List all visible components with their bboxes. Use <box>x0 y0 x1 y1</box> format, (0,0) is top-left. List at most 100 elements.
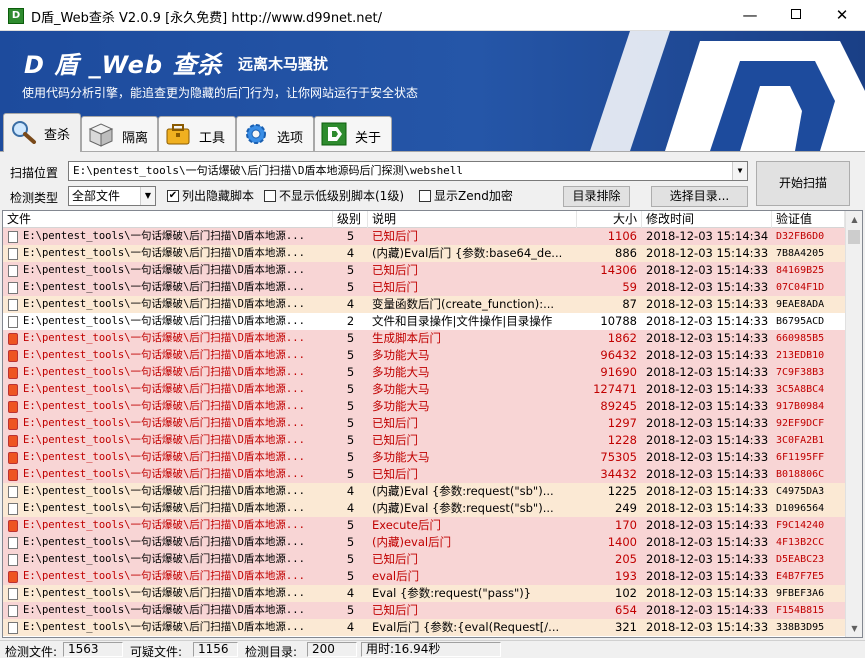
suspicious-count-label: 可疑文件: <box>130 645 183 658</box>
script-danger-icon <box>8 435 18 447</box>
row-size: 34432 <box>600 467 637 481</box>
row-hash: 84169B25 <box>776 265 825 276</box>
row-level: 4 <box>346 484 355 498</box>
row-description: Execute后门 <box>372 518 441 532</box>
table-row[interactable]: E:\pentest_tools\一句话爆破\后门扫描\D盾本地源... 4 (内藏… <box>3 245 845 262</box>
row-hash: 92EF9DCF <box>776 418 825 429</box>
detect-type-value: 全部文件 <box>72 189 121 203</box>
row-hash: 4F13B2CC <box>776 537 825 548</box>
scroll-up-icon[interactable]: ▲ <box>846 211 862 228</box>
row-size: 1225 <box>607 484 637 498</box>
row-modified-time: 2018-12-03 15:14:33 <box>646 297 769 311</box>
scroll-down-icon[interactable]: ▼ <box>846 620 862 637</box>
row-level: 5 <box>346 433 355 447</box>
list-hidden-checkbox[interactable]: ✔ 列出隐藏脚本 <box>167 189 254 203</box>
row-file-path: E:\pentest_tools\一句话爆破\后门扫描\D盾本地源... <box>23 485 305 497</box>
row-size: 75305 <box>600 450 637 464</box>
tab-tools[interactable]: 工具 <box>158 116 236 151</box>
hide-low-level-checkbox[interactable]: 不显示低级别脚本(1级) <box>264 189 404 203</box>
file-icon <box>8 231 18 243</box>
row-modified-time: 2018-12-03 15:14:33 <box>646 552 769 566</box>
table-row[interactable]: E:\pentest_tools\一句话爆破\后门扫描\D盾本地源... 5 (内藏… <box>3 534 845 551</box>
row-file-path: E:\pentest_tools\一句话爆破\后门扫描\D盾本地源... <box>23 315 305 327</box>
row-file-path: E:\pentest_tools\一句话爆破\后门扫描\D盾本地源... <box>23 332 305 344</box>
list-hidden-label: 列出隐藏脚本 <box>182 189 255 203</box>
row-file-path: E:\pentest_tools\一句话爆破\后门扫描\D盾本地源... <box>23 621 305 633</box>
table-row[interactable]: E:\pentest_tools\一句话爆破\后门扫描\D盾本地源... 5 eva… <box>3 568 845 585</box>
table-row[interactable]: E:\pentest_tools\一句话爆破\后门扫描\D盾本地源... 4 Eva… <box>3 619 845 636</box>
table-row[interactable]: E:\pentest_tools\一句话爆破\后门扫描\D盾本地源... 5 多功能… <box>3 398 845 415</box>
table-row[interactable]: E:\pentest_tools\一句话爆破\后门扫描\D盾本地源... 5 多功能… <box>3 347 845 364</box>
minimize-icon: — <box>742 6 758 24</box>
column-file[interactable]: 文件 <box>3 211 333 228</box>
maximize-button[interactable] <box>773 0 819 31</box>
exclude-dir-button[interactable]: 目录排除 <box>563 186 630 207</box>
tab-options[interactable]: 选项 <box>236 116 314 151</box>
list-header: 文件 级别 说明 大小 修改时间 验证值 <box>3 211 845 228</box>
table-row[interactable]: E:\pentest_tools\一句话爆破\后门扫描\D盾本地源... 5 已知后… <box>3 551 845 568</box>
table-row[interactable]: E:\pentest_tools\一句话爆破\后门扫描\D盾本地源... 2 文件和… <box>3 313 845 330</box>
column-description[interactable]: 说明 <box>368 211 577 228</box>
table-row[interactable]: E:\pentest_tools\一句话爆破\后门扫描\D盾本地源... 5 多功能… <box>3 449 845 466</box>
vertical-scrollbar[interactable]: ▲ ▼ <box>845 211 862 637</box>
file-icon <box>8 588 18 600</box>
show-zend-checkbox[interactable]: 显示Zend加密 <box>419 189 513 203</box>
close-button[interactable]: ✕ <box>819 0 865 31</box>
table-row[interactable]: E:\pentest_tools\一句话爆破\后门扫描\D盾本地源... 4 (内藏… <box>3 500 845 517</box>
row-size: 193 <box>615 569 637 583</box>
row-modified-time: 2018-12-03 15:14:33 <box>646 399 769 413</box>
row-description: (内藏)Eval后门 {参数:base64_de... <box>372 246 563 260</box>
column-size[interactable]: 大小 <box>577 211 642 228</box>
column-level[interactable]: 级别 <box>333 211 368 228</box>
row-size: 89245 <box>600 399 637 413</box>
tab-scan[interactable]: 查杀 <box>3 113 81 152</box>
table-row[interactable]: E:\pentest_tools\一句话爆破\后门扫描\D盾本地源... 5 已知后… <box>3 432 845 449</box>
row-level: 5 <box>346 229 355 243</box>
results-list[interactable]: 文件 级别 说明 大小 修改时间 验证值 E:\pentest_tools\一句… <box>2 210 863 638</box>
row-level: 4 <box>346 501 355 515</box>
row-file-path: E:\pentest_tools\一句话爆破\后门扫描\D盾本地源... <box>23 604 305 616</box>
table-row[interactable]: E:\pentest_tools\一句话爆破\后门扫描\D盾本地源... 5 生成脚… <box>3 330 845 347</box>
table-row[interactable]: E:\pentest_tools\一句话爆破\后门扫描\D盾本地源... 5 多功能… <box>3 381 845 398</box>
column-hash[interactable]: 验证值 <box>772 211 845 228</box>
table-row[interactable]: E:\pentest_tools\一句话爆破\后门扫描\D盾本地源... 5 Exe… <box>3 517 845 534</box>
table-row[interactable]: E:\pentest_tools\一句话爆破\后门扫描\D盾本地源... 5 已知后… <box>3 466 845 483</box>
row-modified-time: 2018-12-03 15:14:33 <box>646 348 769 362</box>
table-row[interactable]: E:\pentest_tools\一句话爆破\后门扫描\D盾本地源... 5 多功能… <box>3 364 845 381</box>
scan-path-combobox[interactable]: E:\pentest_tools\一句话爆破\后门扫描\D盾本地源码后门探测\w… <box>68 161 748 181</box>
table-row[interactable]: E:\pentest_tools\一句话爆破\后门扫描\D盾本地源... 5 已知后… <box>3 279 845 296</box>
tab-about[interactable]: 关于 <box>314 116 392 151</box>
chevron-down-icon[interactable]: ▼ <box>732 162 747 180</box>
banner-title: D 盾 _Web 查杀 <box>24 51 223 79</box>
row-description: 已知后门 <box>372 416 418 430</box>
row-level: 5 <box>346 399 355 413</box>
row-modified-time: 2018-12-03 15:14:33 <box>646 416 769 430</box>
scroll-thumb[interactable] <box>848 230 860 244</box>
row-file-path: E:\pentest_tools\一句话爆破\后门扫描\D盾本地源... <box>23 502 305 514</box>
row-file-path: E:\pentest_tools\一句话爆破\后门扫描\D盾本地源... <box>23 281 305 293</box>
row-hash: 6F1195FF <box>776 452 825 463</box>
suspicious-count-value: 1156 <box>193 642 238 657</box>
minimize-button[interactable]: — <box>727 0 773 31</box>
choose-dir-button[interactable]: 选择目录... <box>651 186 748 207</box>
files-count-label: 检测文件: <box>5 645 58 658</box>
tab-quarantine[interactable]: 隔离 <box>81 116 158 151</box>
row-level: 5 <box>346 382 355 396</box>
table-row[interactable]: E:\pentest_tools\一句话爆破\后门扫描\D盾本地源... 5 已知后… <box>3 415 845 432</box>
row-level: 5 <box>346 365 355 379</box>
chevron-down-icon[interactable]: ▼ <box>140 187 155 205</box>
row-modified-time: 2018-12-03 15:14:33 <box>646 569 769 583</box>
table-row[interactable]: E:\pentest_tools\一句话爆破\后门扫描\D盾本地源... 4 变量函… <box>3 296 845 313</box>
hide-low-level-label: 不显示低级别脚本(1级) <box>279 189 404 203</box>
table-row[interactable]: E:\pentest_tools\一句话爆破\后门扫描\D盾本地源... 4 Eva… <box>3 585 845 602</box>
row-description: 已知后门 <box>372 280 418 294</box>
script-danger-icon <box>8 333 18 345</box>
table-row[interactable]: E:\pentest_tools\一句话爆破\后门扫描\D盾本地源... 4 (内藏… <box>3 483 845 500</box>
column-modified-time[interactable]: 修改时间 <box>642 211 772 228</box>
table-row[interactable]: E:\pentest_tools\一句话爆破\后门扫描\D盾本地源... 5 已知后… <box>3 602 845 619</box>
detect-type-select[interactable]: 全部文件 ▼ <box>68 186 156 206</box>
row-file-path: E:\pentest_tools\一句话爆破\后门扫描\D盾本地源... <box>23 383 305 395</box>
table-row[interactable]: E:\pentest_tools\一句话爆破\后门扫描\D盾本地源... 5 已知后… <box>3 262 845 279</box>
start-scan-button[interactable]: 开始扫描 <box>756 161 850 206</box>
table-row[interactable]: E:\pentest_tools\一句话爆破\后门扫描\D盾本地源... 5 已知后… <box>3 228 845 245</box>
